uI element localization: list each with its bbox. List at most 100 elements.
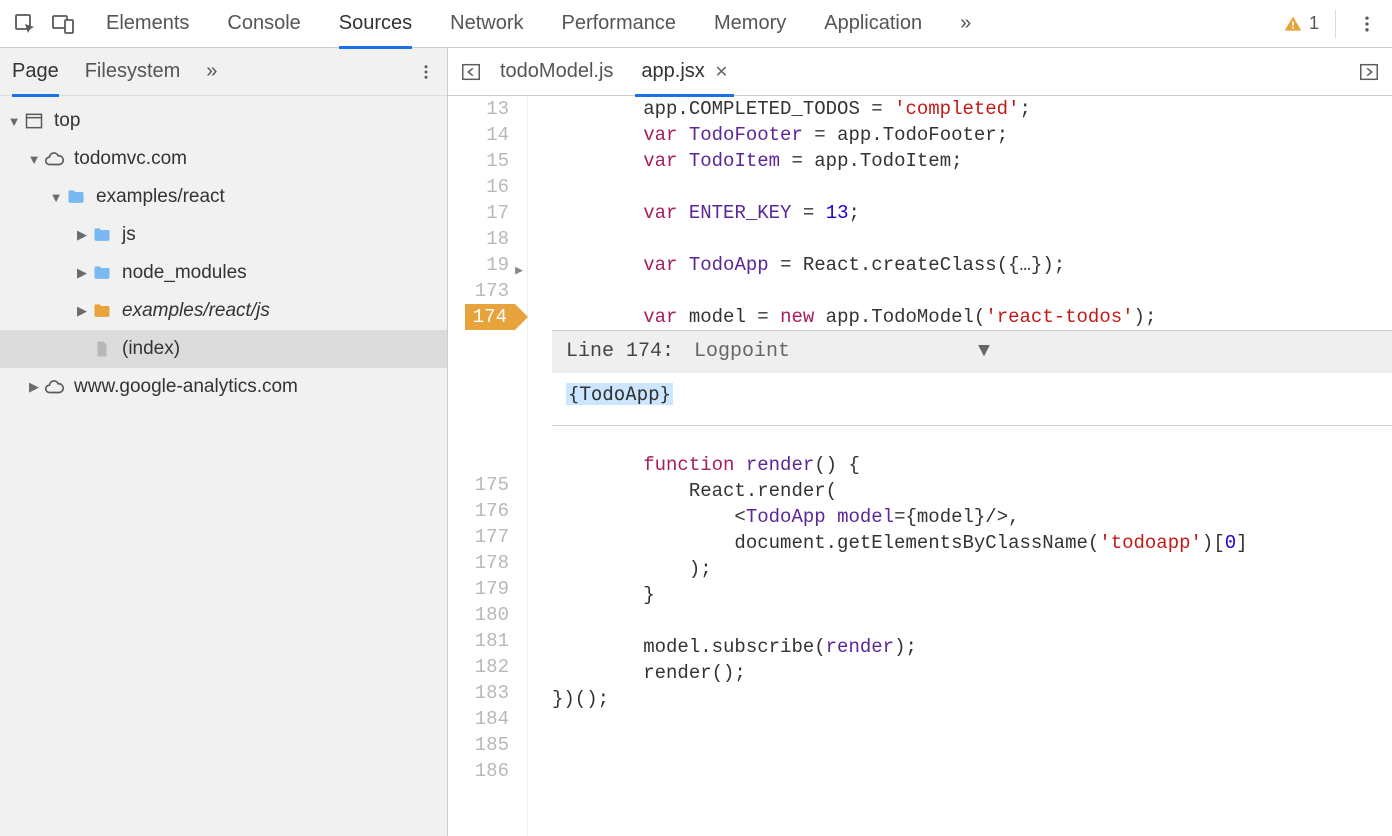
twisty-icon[interactable]: ▶ bbox=[26, 379, 42, 395]
warnings-button[interactable]: 1 bbox=[1283, 13, 1319, 34]
code-editor[interactable]: 13141516171819▶1731741751761771781791801… bbox=[448, 96, 1392, 836]
tree-label: js bbox=[122, 224, 136, 246]
navigator-kebab-icon[interactable] bbox=[417, 63, 435, 81]
gutter-line[interactable]: 181 bbox=[448, 628, 509, 654]
logpoint-marker[interactable]: 174 bbox=[465, 304, 515, 330]
twisty-icon[interactable]: ▼ bbox=[48, 190, 64, 205]
inspect-icon[interactable] bbox=[10, 9, 40, 39]
kebab-menu-icon[interactable] bbox=[1352, 9, 1382, 39]
folder-orange-icon bbox=[90, 299, 114, 323]
logpoint-editor: Line 174: Logpoint ▼ {TodoApp} bbox=[552, 330, 1392, 426]
gutter-line[interactable]: 13 bbox=[448, 96, 509, 122]
file-tab-label: todoModel.js bbox=[500, 60, 613, 83]
fold-icon[interactable]: ▶ bbox=[515, 258, 523, 284]
code-area[interactable]: app.COMPLETED_TODOS = 'completed'; var T… bbox=[528, 96, 1392, 836]
logpoint-type-label: Logpoint bbox=[694, 339, 790, 365]
panel-tabs: Elements Console Sources Network Perform… bbox=[106, 0, 971, 48]
main-split: Page Filesystem » ▼ top ▼ todomvc.com ▼ examp… bbox=[0, 48, 1392, 836]
gutter-line[interactable]: 16 bbox=[448, 174, 509, 200]
gutter-line[interactable]: 15 bbox=[448, 148, 509, 174]
tab-elements[interactable]: Elements bbox=[106, 0, 189, 48]
gutter-line[interactable]: 177 bbox=[448, 524, 509, 550]
twisty-icon[interactable]: ▼ bbox=[6, 114, 22, 129]
gutter-line[interactable]: 173 bbox=[448, 278, 509, 304]
gutter-line[interactable]: 185 bbox=[448, 732, 509, 758]
gutter-line[interactable] bbox=[448, 372, 509, 420]
file-tab-todomodel[interactable]: todoModel.js bbox=[486, 48, 627, 96]
tree-label: examples/react/js bbox=[122, 300, 270, 322]
tree-label: examples/react bbox=[96, 186, 225, 208]
gutter-line[interactable]: 180 bbox=[448, 602, 509, 628]
file-tabs: todoModel.js app.jsx ✕ bbox=[448, 48, 1392, 96]
close-icon[interactable]: ✕ bbox=[715, 62, 728, 82]
tab-memory[interactable]: Memory bbox=[714, 0, 786, 48]
twisty-icon[interactable]: ▼ bbox=[26, 152, 42, 167]
gutter-line[interactable]: 183 bbox=[448, 680, 509, 706]
tree-label: (index) bbox=[122, 338, 180, 360]
gutter-line[interactable]: 182 bbox=[448, 654, 509, 680]
gutter-line[interactable] bbox=[448, 330, 509, 372]
tab-label: Application bbox=[824, 12, 922, 35]
tab-label: Sources bbox=[339, 12, 412, 35]
cloud-icon bbox=[42, 147, 66, 171]
tab-label: Network bbox=[450, 12, 523, 35]
tree-label: top bbox=[54, 110, 80, 132]
twisty-icon[interactable]: ▶ bbox=[74, 265, 90, 281]
twisty-icon[interactable]: ▶ bbox=[74, 303, 90, 319]
gutter-line[interactable] bbox=[448, 446, 509, 472]
file-tree[interactable]: ▼ top ▼ todomvc.com ▼ examples/react ▶ js ▶ node_… bbox=[0, 96, 447, 406]
file-tab-app[interactable]: app.jsx ✕ bbox=[627, 48, 742, 96]
tab-label: Elements bbox=[106, 12, 189, 35]
tree-row[interactable]: (index) bbox=[0, 330, 447, 368]
tree-row[interactable]: ▶ js bbox=[0, 216, 447, 254]
gutter-line[interactable]: 19▶ bbox=[448, 252, 509, 278]
tab-label: Console bbox=[227, 12, 300, 35]
navtab-page[interactable]: Page bbox=[12, 48, 59, 96]
device-toggle-icon[interactable] bbox=[48, 9, 78, 39]
gutter-line[interactable]: 18 bbox=[448, 226, 509, 252]
gutter-line[interactable]: 175 bbox=[448, 472, 509, 498]
navigator-tabs: Page Filesystem » bbox=[0, 48, 447, 96]
tree-row[interactable]: ▼ examples/react bbox=[0, 178, 447, 216]
gutter-line[interactable] bbox=[448, 420, 509, 446]
twisty-icon[interactable]: ▶ bbox=[74, 227, 90, 243]
overflow-label: » bbox=[206, 60, 217, 82]
gutter-line[interactable]: 17 bbox=[448, 200, 509, 226]
tab-network[interactable]: Network bbox=[450, 0, 523, 48]
folder-blue-icon bbox=[90, 223, 114, 247]
tree-label: todomvc.com bbox=[74, 148, 187, 170]
tree-row[interactable]: ▶ examples/react/js bbox=[0, 292, 447, 330]
tree-row[interactable]: ▶ node_modules bbox=[0, 254, 447, 292]
tree-row[interactable]: ▼ top bbox=[0, 102, 447, 140]
gutter-line[interactable]: 178 bbox=[448, 550, 509, 576]
gutter-line[interactable]: 174 bbox=[448, 304, 509, 330]
logpoint-type-select[interactable]: Logpoint ▼ bbox=[690, 339, 990, 365]
folder-blue-icon bbox=[90, 261, 114, 285]
navtab-overflow[interactable]: » bbox=[206, 60, 217, 83]
tree-label: node_modules bbox=[122, 262, 247, 284]
show-debugger-icon[interactable] bbox=[1354, 61, 1384, 83]
gutter-line[interactable]: 14 bbox=[448, 122, 509, 148]
tab-application[interactable]: Application bbox=[824, 0, 922, 48]
file-nav-prev-icon[interactable] bbox=[456, 61, 486, 83]
tree-row[interactable]: ▼ todomvc.com bbox=[0, 140, 447, 178]
gutter-line[interactable]: 179 bbox=[448, 576, 509, 602]
tree-label: www.google-analytics.com bbox=[74, 376, 298, 398]
gutter-line[interactable]: 186 bbox=[448, 758, 509, 784]
tab-label: Performance bbox=[562, 12, 677, 35]
tree-row[interactable]: ▶ www.google-analytics.com bbox=[0, 368, 447, 406]
tab-label: Memory bbox=[714, 12, 786, 35]
gutter-line[interactable]: 184 bbox=[448, 706, 509, 732]
navtab-filesystem[interactable]: Filesystem bbox=[85, 48, 181, 96]
tab-overflow[interactable]: » bbox=[960, 0, 971, 48]
navtab-label: Page bbox=[12, 60, 59, 83]
gutter-line[interactable]: 176 bbox=[448, 498, 509, 524]
file-icon bbox=[90, 337, 114, 361]
gutter[interactable]: 13141516171819▶1731741751761771781791801… bbox=[448, 96, 528, 836]
tab-sources[interactable]: Sources bbox=[339, 0, 412, 48]
tab-console[interactable]: Console bbox=[227, 0, 300, 48]
devtools-toolbar: Elements Console Sources Network Perform… bbox=[0, 0, 1392, 48]
logpoint-input[interactable]: {TodoApp} bbox=[552, 373, 1392, 425]
warning-icon bbox=[1283, 14, 1303, 34]
tab-performance[interactable]: Performance bbox=[562, 0, 677, 48]
